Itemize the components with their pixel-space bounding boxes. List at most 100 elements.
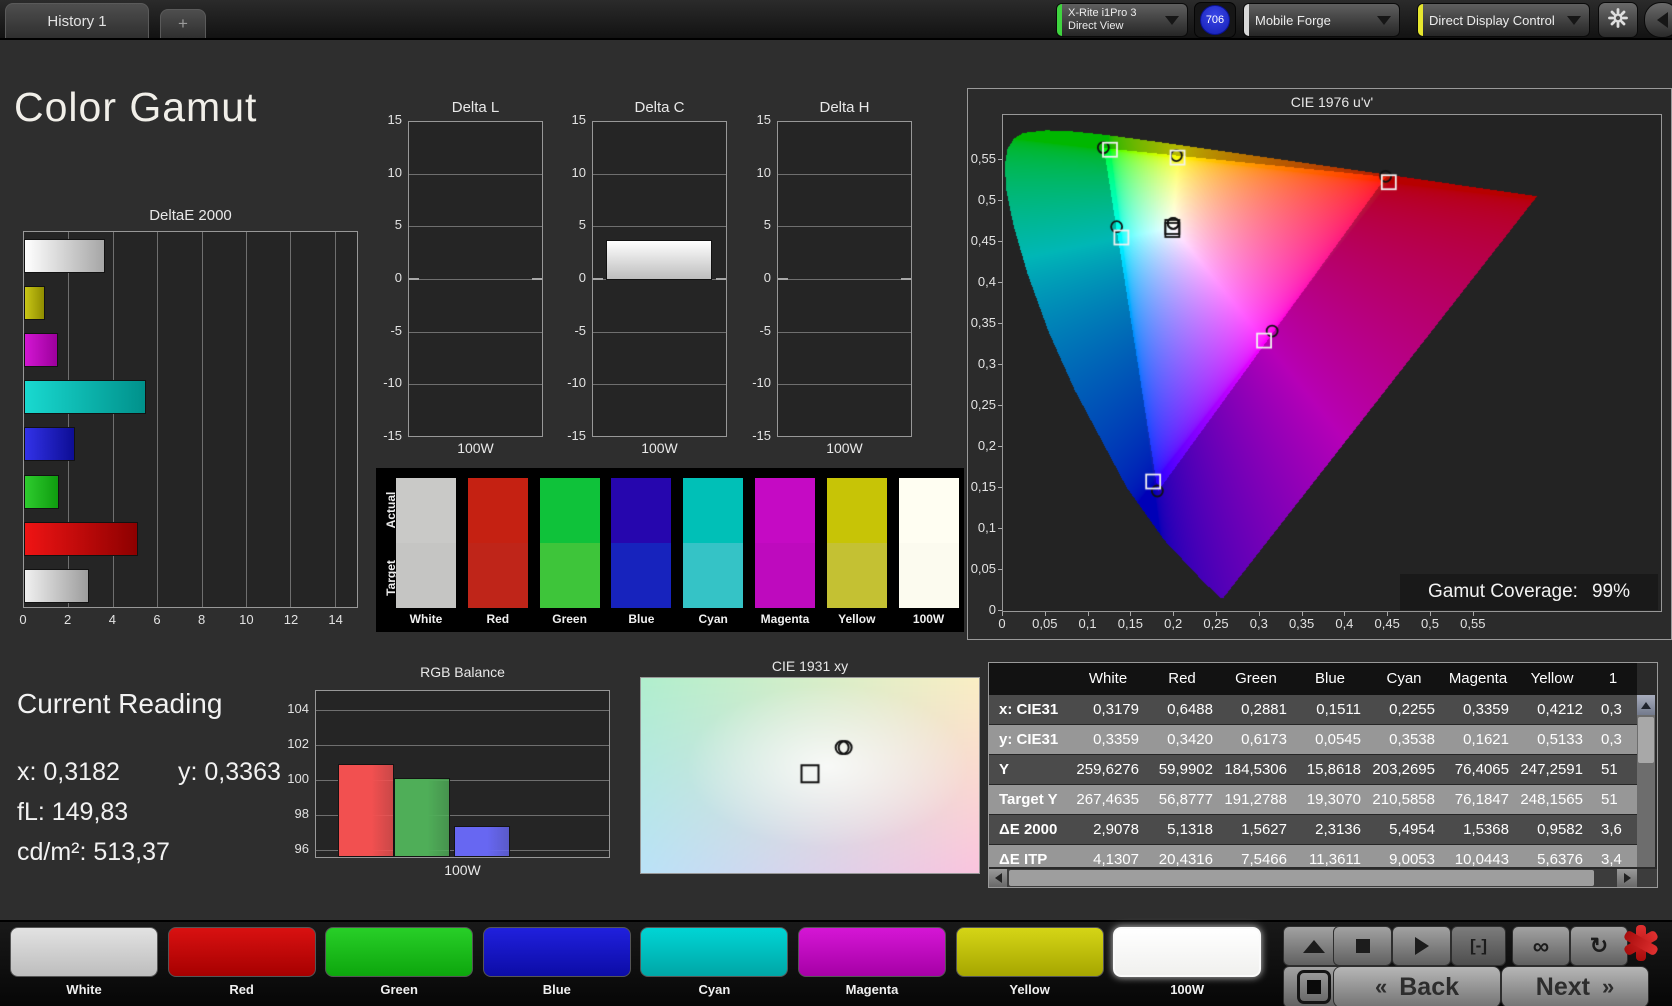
display-control-dropdown[interactable]: Direct Display Control (1417, 3, 1590, 37)
x-tick (1430, 612, 1431, 616)
bottom-bar: [-] ∞ ↻ « Back Next » WhiteRedGreenBlueC… (0, 920, 1672, 1006)
gridline (335, 232, 336, 607)
cell: 59,9902 (1145, 755, 1219, 784)
delta-chart-title: Delta L (388, 99, 563, 116)
y-tick-label: 0,35 (956, 315, 996, 330)
settings-button[interactable] (1598, 2, 1638, 38)
y-tick-label: 100 (275, 771, 309, 786)
x-tick-label: 6 (142, 612, 172, 627)
scroll-up-button[interactable] (1637, 695, 1655, 715)
bar-white (24, 569, 89, 603)
patch-button-blue[interactable] (483, 927, 631, 977)
y-tick-label: 0,15 (956, 479, 996, 494)
new-tab-button[interactable]: + (160, 9, 206, 38)
cell: 11,3611 (1293, 845, 1367, 867)
patch-button-cyan[interactable] (640, 927, 788, 977)
stop-button[interactable] (1333, 926, 1392, 966)
y-tick-label: 15 (552, 112, 586, 127)
table-row: x: CIE310,31790,64880,28810,15110,22550,… (989, 695, 1637, 725)
delta-chart-xlabel: 100W (592, 440, 727, 456)
patch-label: Blue (483, 982, 631, 997)
column-header: 1 (1589, 663, 1637, 695)
zero-tick (901, 278, 911, 280)
swatch-label: 100W (893, 612, 965, 626)
x-tick (1216, 612, 1217, 616)
cell: 0,1621 (1441, 725, 1515, 754)
column-header: Green (1219, 663, 1293, 695)
y-tick (998, 323, 1002, 324)
patch-label: Yellow (956, 982, 1104, 997)
scroll-right-button[interactable] (1617, 869, 1637, 887)
patch-button-100w[interactable] (1113, 927, 1261, 977)
gridline (593, 384, 726, 385)
alert-asterisk-icon (1622, 924, 1660, 962)
gridline (409, 226, 542, 227)
patch-button-yellow[interactable] (956, 927, 1104, 977)
y-tick-label: 0 (737, 270, 771, 285)
scroll-left-button[interactable] (989, 869, 1007, 887)
y-tick (998, 241, 1002, 242)
y-tick-label: 15 (368, 112, 402, 127)
current-reading-title: Current Reading (17, 688, 222, 720)
patch-button-red[interactable] (168, 927, 316, 977)
y-tick-label: 0,5 (956, 192, 996, 207)
zero-tick (716, 278, 726, 280)
target-swatch-white (396, 543, 456, 608)
bar-red (24, 522, 138, 556)
y-tick-label: 0,25 (956, 397, 996, 412)
back-label: Back (1399, 973, 1459, 1002)
single-measure-button[interactable]: [-] (1451, 926, 1506, 966)
refresh-button[interactable]: ↻ (1570, 926, 1628, 966)
source-dropdown[interactable]: Mobile Forge (1243, 3, 1400, 37)
cell: 0,1511 (1293, 695, 1367, 724)
patch-label: Magenta (798, 982, 946, 997)
y-tick-label: 0 (368, 270, 402, 285)
y-tick-label: -5 (552, 323, 586, 338)
actual-swatch-blue (611, 478, 671, 543)
play-button[interactable] (1392, 926, 1451, 966)
table-row: y: CIE310,33590,34200,61730,05450,35380,… (989, 725, 1637, 755)
gridline (246, 232, 247, 607)
x-tick-label: 0,1 (1066, 616, 1110, 631)
x-tick-label: 0,15 (1108, 616, 1152, 631)
reading-x: x: 0,3182 (17, 758, 120, 787)
vertical-scrollbar[interactable] (1637, 695, 1655, 867)
chevron-down-icon (1567, 16, 1581, 25)
cell: 0,6173 (1219, 725, 1293, 754)
horizontal-scrollbar[interactable] (989, 869, 1657, 887)
actual-target-swatch-strip: ActualTargetWhiteRedGreenBlueCyanMagenta… (376, 468, 964, 632)
patch-button-green[interactable] (325, 927, 473, 977)
meter-dropdown[interactable]: X-Rite i1Pro 3 Direct View (1056, 3, 1188, 37)
delta-h-chart (777, 121, 912, 437)
x-tick-label: 0,5 (1408, 616, 1452, 631)
cell: 0,3538 (1367, 725, 1441, 754)
scroll-thumb[interactable] (1009, 870, 1594, 886)
continuous-measure-button[interactable]: ∞ (1512, 926, 1570, 966)
chevrons-right-icon: » (1602, 974, 1614, 1000)
cell: 1,5368 (1441, 815, 1515, 844)
scroll-thumb[interactable] (1638, 717, 1654, 763)
y-tick-label: 98 (275, 806, 309, 821)
cell: 3,6 (1589, 815, 1637, 844)
back-button[interactable]: « Back (1333, 966, 1501, 1006)
patch-button-magenta[interactable] (798, 927, 946, 977)
tab-history-1[interactable]: History 1 (5, 3, 149, 38)
cell: 15,8618 (1293, 755, 1367, 784)
y-tick (998, 364, 1002, 365)
meter-id-badge[interactable]: 706 (1194, 2, 1236, 38)
infinity-icon: ∞ (1533, 933, 1549, 960)
rgb-balance-title: RGB Balance (315, 664, 610, 680)
cell: 56,8777 (1145, 785, 1219, 814)
delta-e-chart-title: DeltaE 2000 (23, 207, 358, 224)
patch-button-white[interactable] (10, 927, 158, 977)
y-tick-label: 0 (552, 270, 586, 285)
collapse-panel-button[interactable] (1644, 2, 1672, 38)
y-tick-label: 5 (368, 217, 402, 232)
x-tick (1088, 612, 1089, 616)
plus-icon: + (178, 14, 188, 34)
cell: 51 (1589, 755, 1637, 784)
next-button[interactable]: Next » (1501, 966, 1649, 1006)
bar-cyan (24, 380, 146, 414)
actual-swatch-cyan (683, 478, 743, 543)
gridline (778, 174, 911, 175)
